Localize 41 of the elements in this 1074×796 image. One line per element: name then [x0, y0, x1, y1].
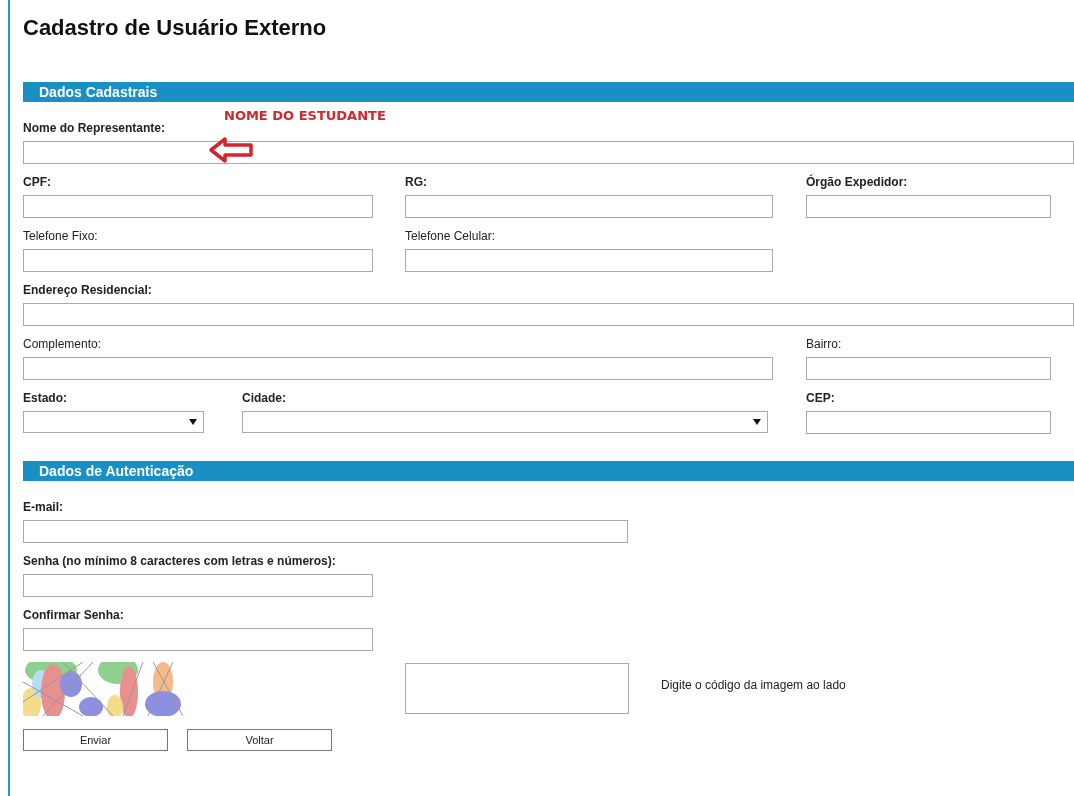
form-button[interactable]: Voltar [187, 729, 332, 751]
field-label: Senha (no mínimo 8 caracteres com letras e números): [23, 554, 337, 568]
input-field[interactable] [23, 520, 628, 543]
field-label: Telefone Fixo: [23, 229, 99, 243]
input-field[interactable] [23, 628, 373, 651]
annotation-text: NOME DO ESTUDANTE [224, 108, 386, 124]
captcha-hint: Digite o código da imagem ao lado [661, 678, 846, 692]
field-label: Órgão Expedidor: [806, 175, 909, 189]
dropdown-arrow-icon [189, 419, 197, 425]
input-field[interactable] [806, 411, 1051, 434]
input-field[interactable] [23, 249, 373, 272]
field-label: Telefone Celular: [405, 229, 497, 243]
page-title: Cadastro de Usuário Externo [23, 14, 328, 42]
input-field[interactable] [405, 249, 773, 272]
section-header: Dados Cadastrais [23, 82, 1074, 102]
input-field[interactable] [23, 141, 1074, 164]
field-label: Estado: [23, 391, 68, 405]
field-label: Endereço Residencial: [23, 283, 153, 297]
field-label: E-mail: [23, 500, 64, 514]
field-label: CEP: [806, 391, 836, 405]
input-field[interactable] [405, 195, 773, 218]
form-button[interactable]: Enviar [23, 729, 168, 751]
field-label: RG: [405, 175, 428, 189]
input-field[interactable] [806, 357, 1051, 380]
input-field[interactable] [23, 357, 773, 380]
input-field[interactable] [806, 195, 1051, 218]
field-label: CPF: [23, 175, 52, 189]
field-label: Bairro: [806, 337, 843, 351]
dropdown[interactable] [242, 411, 768, 433]
field-label: Complemento: [23, 337, 103, 351]
dropdown[interactable] [23, 411, 204, 433]
section-header: Dados de Autenticação [23, 461, 1074, 481]
field-label: Confirmar Senha: [23, 608, 125, 622]
input-field[interactable] [23, 303, 1074, 326]
arrow-icon [208, 136, 254, 164]
field-label: Nome do Representante: [23, 121, 167, 135]
input-field[interactable] [23, 195, 373, 218]
input-field[interactable] [405, 663, 629, 714]
input-field[interactable] [23, 574, 373, 597]
field-label: Cidade: [242, 391, 287, 405]
dropdown-arrow-icon [753, 419, 761, 425]
